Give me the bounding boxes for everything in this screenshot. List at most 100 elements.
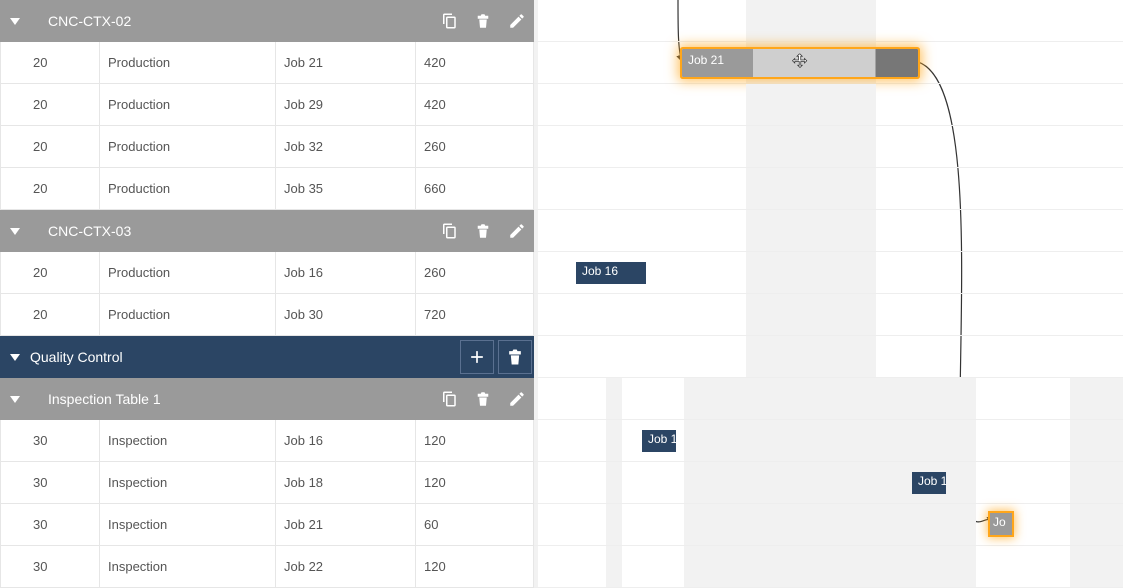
table-row[interactable]: 30 Inspection Job 16 120 (0, 420, 534, 462)
gantt-row[interactable]: Jo (534, 504, 1123, 546)
table-row[interactable]: 20 Production Job 35 660 (0, 168, 534, 210)
section-title: Quality Control (30, 349, 458, 365)
calendar-shade (684, 546, 976, 587)
calendar-shade (746, 294, 876, 335)
cell-type: Production (100, 42, 276, 84)
add-button[interactable] (460, 340, 494, 374)
edit-button[interactable] (500, 0, 534, 42)
calendar-shade (534, 504, 538, 545)
cell-job: Job 16 (276, 420, 416, 462)
cell-job: Job 30 (276, 294, 416, 336)
machine-header[interactable]: Inspection Table 1 (0, 378, 534, 420)
table-row[interactable]: 30 Inspection Job 21 60 (0, 504, 534, 546)
gantt-row[interactable]: Job 21 (534, 42, 1123, 84)
delete-button[interactable] (466, 210, 500, 252)
cell-type: Inspection (100, 504, 276, 546)
gantt-row[interactable] (534, 126, 1123, 168)
calendar-shade (606, 378, 622, 419)
cell-op: 30 (0, 504, 100, 546)
cell-job: Job 29 (276, 84, 416, 126)
machine-header[interactable]: CNC-CTX-03 (0, 210, 534, 252)
calendar-shade (534, 42, 538, 83)
machine-header[interactable]: CNC-CTX-02 (0, 0, 534, 42)
gantt-bar-target[interactable]: Jo (990, 513, 1012, 535)
cell-job: Job 35 (276, 168, 416, 210)
calendar-shade (684, 378, 976, 419)
copy-button[interactable] (432, 378, 466, 420)
cell-job: Job 18 (276, 462, 416, 504)
calendar-shade (746, 168, 876, 209)
machine-title: CNC-CTX-03 (30, 223, 432, 239)
copy-button[interactable] (432, 210, 466, 252)
gantt-row[interactable]: Job 1 (534, 420, 1123, 462)
cell-op: 30 (0, 462, 100, 504)
table-row[interactable]: 20 Production Job 30 720 (0, 294, 534, 336)
calendar-shade (1070, 462, 1123, 503)
cell-duration: 120 (416, 420, 534, 462)
cell-op: 20 (0, 252, 100, 294)
gantt-bar[interactable]: Job 1 (912, 472, 946, 494)
edit-button[interactable] (500, 378, 534, 420)
gantt-row[interactable] (534, 168, 1123, 210)
cell-duration: 120 (416, 546, 534, 588)
machine-title: Inspection Table 1 (30, 391, 432, 407)
calendar-shade (1070, 378, 1123, 419)
chevron-down-icon (10, 228, 20, 235)
calendar-shade (684, 504, 976, 545)
gantt-row[interactable] (534, 336, 1123, 378)
cell-job: Job 16 (276, 252, 416, 294)
cell-duration: 60 (416, 504, 534, 546)
cell-type: Production (100, 126, 276, 168)
gantt-bar-label: Job 1 (648, 432, 676, 446)
gantt-row[interactable] (534, 84, 1123, 126)
delete-button[interactable] (466, 378, 500, 420)
gantt-row[interactable]: Job 1 (534, 462, 1123, 504)
gantt-bar-label: Job 16 (582, 264, 618, 278)
table-row[interactable]: 20 Production Job 32 260 (0, 126, 534, 168)
calendar-shade (534, 420, 538, 461)
cell-type: Inspection (100, 462, 276, 504)
table-row[interactable]: 30 Inspection Job 18 120 (0, 462, 534, 504)
machine-title: CNC-CTX-02 (30, 13, 432, 29)
calendar-shade (746, 126, 876, 167)
cell-op: 20 (0, 294, 100, 336)
gantt-row[interactable]: Job 16 (534, 252, 1123, 294)
calendar-shade (746, 336, 876, 377)
move-cursor-icon (791, 53, 809, 74)
delete-button[interactable] (466, 0, 500, 42)
calendar-shade (746, 210, 876, 251)
section-header[interactable]: Quality Control (0, 336, 534, 378)
gantt-bar-dragging[interactable]: Job 21 (682, 49, 918, 77)
calendar-shade (746, 252, 876, 293)
gantt-row[interactable] (534, 378, 1123, 420)
delete-button[interactable] (498, 340, 532, 374)
calendar-shade (534, 0, 538, 41)
cell-type: Production (100, 168, 276, 210)
calendar-shade (534, 462, 538, 503)
table-row[interactable]: 20 Production Job 16 260 (0, 252, 534, 294)
table-row[interactable]: 30 Inspection Job 22 120 (0, 546, 534, 588)
gantt-bar[interactable]: Job 1 (642, 430, 676, 452)
calendar-shade (606, 504, 622, 545)
cell-type: Production (100, 84, 276, 126)
gantt-row[interactable] (534, 294, 1123, 336)
gantt-row[interactable] (534, 546, 1123, 588)
table-row[interactable]: 20 Production Job 21 420 (0, 42, 534, 84)
table-row[interactable]: 20 Production Job 29 420 (0, 84, 534, 126)
cell-duration: 120 (416, 462, 534, 504)
cell-type: Inspection (100, 420, 276, 462)
gantt-row[interactable] (534, 210, 1123, 252)
cell-op: 20 (0, 168, 100, 210)
cell-job: Job 21 (276, 42, 416, 84)
chevron-down-icon (10, 354, 20, 361)
copy-button[interactable] (432, 0, 466, 42)
calendar-shade (606, 546, 622, 587)
gantt-row[interactable] (534, 0, 1123, 42)
edit-button[interactable] (500, 210, 534, 252)
cell-job: Job 22 (276, 546, 416, 588)
cell-duration: 260 (416, 252, 534, 294)
cell-duration: 420 (416, 84, 534, 126)
gantt-bar[interactable]: Job 16 (576, 262, 646, 284)
calendar-shade (606, 420, 622, 461)
cell-type: Production (100, 294, 276, 336)
